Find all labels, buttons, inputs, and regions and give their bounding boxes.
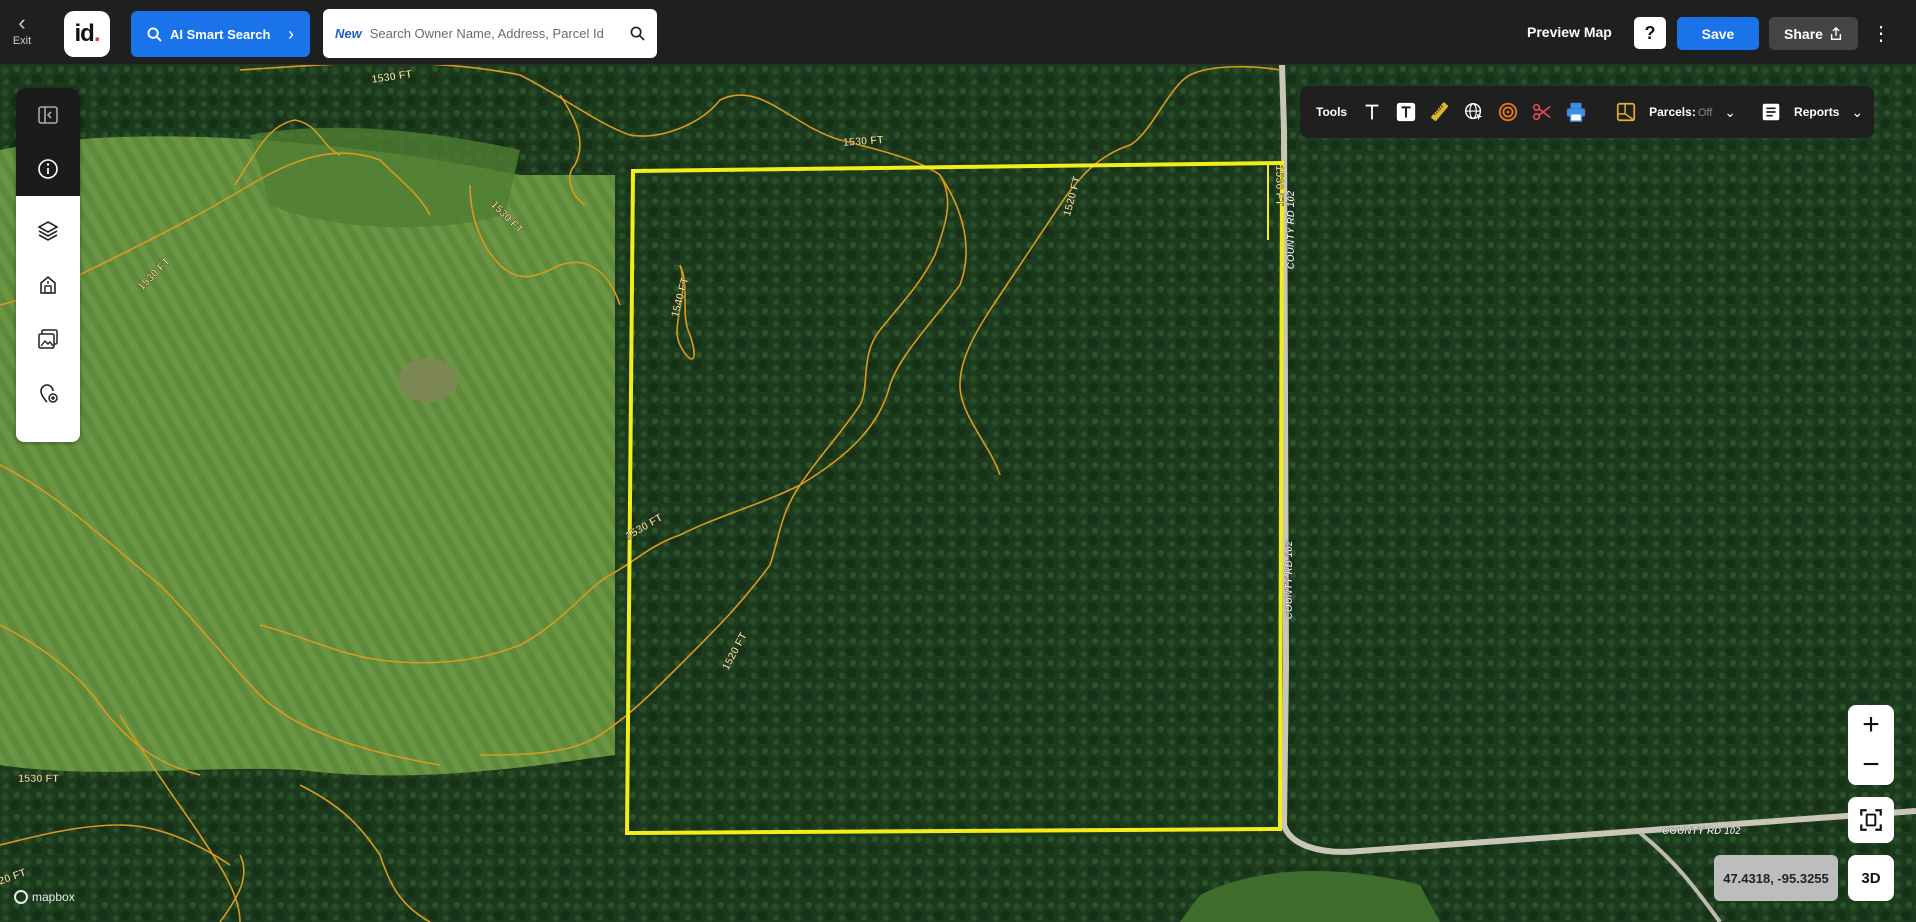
ai-smart-search-button[interactable]: AI Smart Search › [131,11,310,57]
left-toolbar [16,88,80,442]
buildings-button[interactable] [16,258,80,312]
info-icon [38,159,58,179]
measure-tool-button[interactable] [1429,100,1451,124]
share-label: Share [1784,25,1823,42]
save-button[interactable]: Save [1677,17,1759,50]
zoom-out-button[interactable]: − [1848,745,1894,785]
recenter-button[interactable] [1848,797,1894,843]
search-icon[interactable] [630,26,645,41]
app-logo[interactable]: id. [64,11,110,57]
mapbox-label: mapbox [32,890,75,904]
text-box-tool-button[interactable] [1395,100,1417,124]
help-button[interactable]: ? [1634,17,1666,49]
print-icon [1566,102,1586,122]
contour-label: 1530 FT [18,773,59,785]
add-location-icon [40,384,58,403]
logo-text: id [74,20,95,47]
parcels-label: Parcels: [1649,105,1696,119]
text-box-icon [1396,102,1416,122]
chevron-right-icon: › [288,23,294,44]
new-badge: New [335,26,362,41]
preview-map-button[interactable]: Preview Map [1527,24,1612,40]
layers-button[interactable] [16,204,80,258]
parcels-toggle-button[interactable] [1615,100,1637,124]
hay-patch [398,358,458,402]
tools-label: Tools [1316,105,1348,119]
search-input[interactable] [367,25,630,42]
logo-dot: . [93,20,101,47]
zoom-in-button[interactable]: + [1848,705,1894,745]
road-label: COUNTY RD 102 [1662,826,1741,837]
cut-tool-button[interactable] [1531,100,1553,124]
road-label: COUNTY RD 102 [1286,190,1297,269]
ai-smart-search-label: AI Smart Search [170,26,271,42]
toolbar-divider [16,196,80,204]
chevron-down-icon[interactable]: ⌄ [1724,104,1736,121]
zoom-control: + − [1848,705,1894,785]
ruler-icon [1431,102,1449,122]
print-tool-button[interactable] [1565,100,1587,124]
chevron-left-icon: ‹ [18,10,26,35]
coordinates-readout: 47.4318, -95.3255 [1714,855,1838,901]
add-location-button[interactable] [16,366,80,420]
layers-icon [37,221,59,241]
contour-label: 1530 FT [1273,165,1285,206]
buildings-icon [40,275,56,294]
collapse-panel-icon [38,106,58,124]
satellite-map[interactable]: 1530 FT 1530 FT 1530 FT 1530 FT 1540 FT … [0,65,1916,922]
focus-frame-icon [1860,809,1882,831]
reports-icon [1762,103,1780,121]
info-button[interactable] [16,142,80,196]
text-tool-button[interactable] [1361,100,1383,124]
mapbox-logo-icon [14,890,28,904]
3d-toggle-button[interactable]: 3D [1848,855,1894,901]
text-icon [1365,104,1379,120]
imagery-icon [38,329,58,349]
collapse-panel-button[interactable] [16,88,80,142]
search-bar: New [323,9,657,58]
parcels-value: Off [1697,107,1713,119]
road-label: COUNTY RD 102 [1284,540,1295,619]
radius-icon [1498,102,1518,122]
share-icon [1830,26,1842,40]
reports-button[interactable] [1760,100,1782,124]
globe-tool-button[interactable] [1463,100,1485,124]
reports-label[interactable]: Reports [1794,105,1839,119]
map-canvas[interactable]: 1530 FT 1530 FT 1530 FT 1530 FT 1540 FT … [0,65,1916,922]
search-icon [147,26,162,42]
parcels-icon [1617,102,1636,122]
exit-button[interactable]: ‹ Exit [8,10,36,48]
share-button[interactable]: Share [1769,17,1858,50]
parcels-toggle[interactable]: Parcels: Off [1649,103,1712,121]
mapbox-attribution[interactable]: mapbox [14,890,75,904]
imagery-button[interactable] [16,312,80,366]
tools-bar: Tools Parcels: Off ⌄ Reports ⌄ [1300,86,1874,138]
more-options-icon[interactable]: ⋮ [1871,17,1891,49]
top-bar: ‹ Exit id. AI Smart Search › New Preview… [0,0,1916,65]
scissors-icon [1533,103,1551,121]
radius-tool-button[interactable] [1497,100,1519,124]
exit-label: Exit [12,35,32,47]
chevron-down-icon[interactable]: ⌄ [1851,104,1863,121]
farm-field [0,136,615,776]
globe-cursor-icon [1465,103,1483,121]
